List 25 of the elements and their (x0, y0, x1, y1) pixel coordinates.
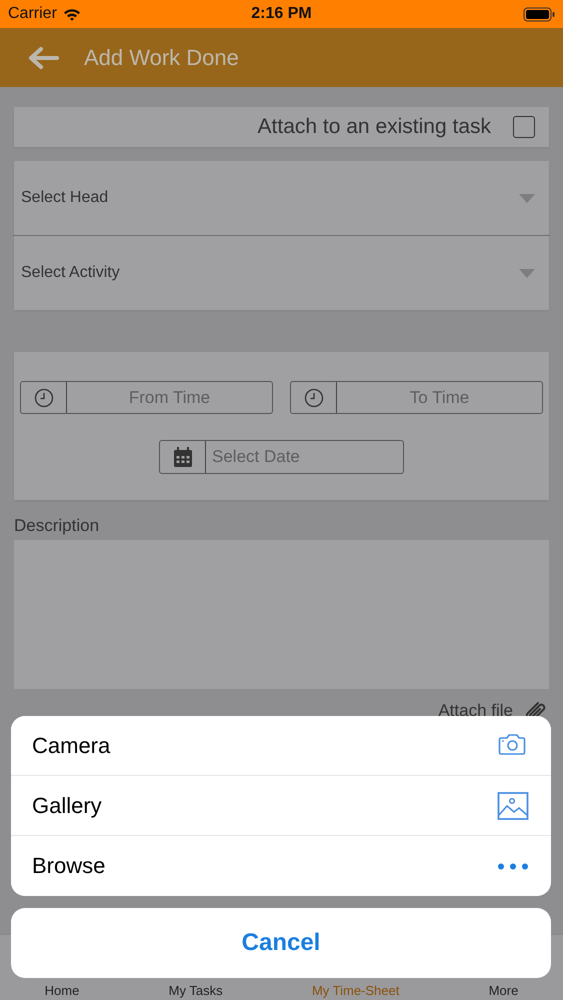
clock-icon (304, 388, 324, 408)
dropdown-field[interactable]: Select Activity (14, 236, 549, 310)
clock-icon (34, 388, 54, 408)
checkbox-label: Attach to an existing task (258, 115, 491, 139)
screen-title: Add Work Done (84, 44, 239, 70)
dropdown-caret-icon (519, 194, 535, 202)
calendar-icon (172, 446, 194, 468)
time-field[interactable]: From Time (20, 381, 273, 414)
time-field[interactable]: To Time (290, 381, 543, 414)
wifi-icon (62, 8, 81, 20)
cancel-button[interactable]: Cancel (11, 908, 551, 978)
dropdown-field[interactable]: Select Head (14, 161, 549, 235)
field-label: Description (14, 516, 100, 536)
tab-item[interactable]: My Tasks (168, 983, 223, 998)
carrier-label: Carrier (8, 5, 57, 23)
back-arrow-icon (27, 46, 59, 70)
status-time: 2:16 PM (251, 5, 312, 23)
tab-item[interactable]: Home (44, 983, 80, 998)
date-field[interactable]: Select Date (159, 440, 404, 474)
dropdown-caret-icon (519, 268, 535, 278)
battery-icon (523, 6, 555, 22)
more-icon (497, 862, 529, 870)
checkbox[interactable] (513, 116, 535, 138)
menu-item[interactable]: Camera (11, 716, 551, 776)
tab-item[interactable]: More (488, 983, 518, 998)
